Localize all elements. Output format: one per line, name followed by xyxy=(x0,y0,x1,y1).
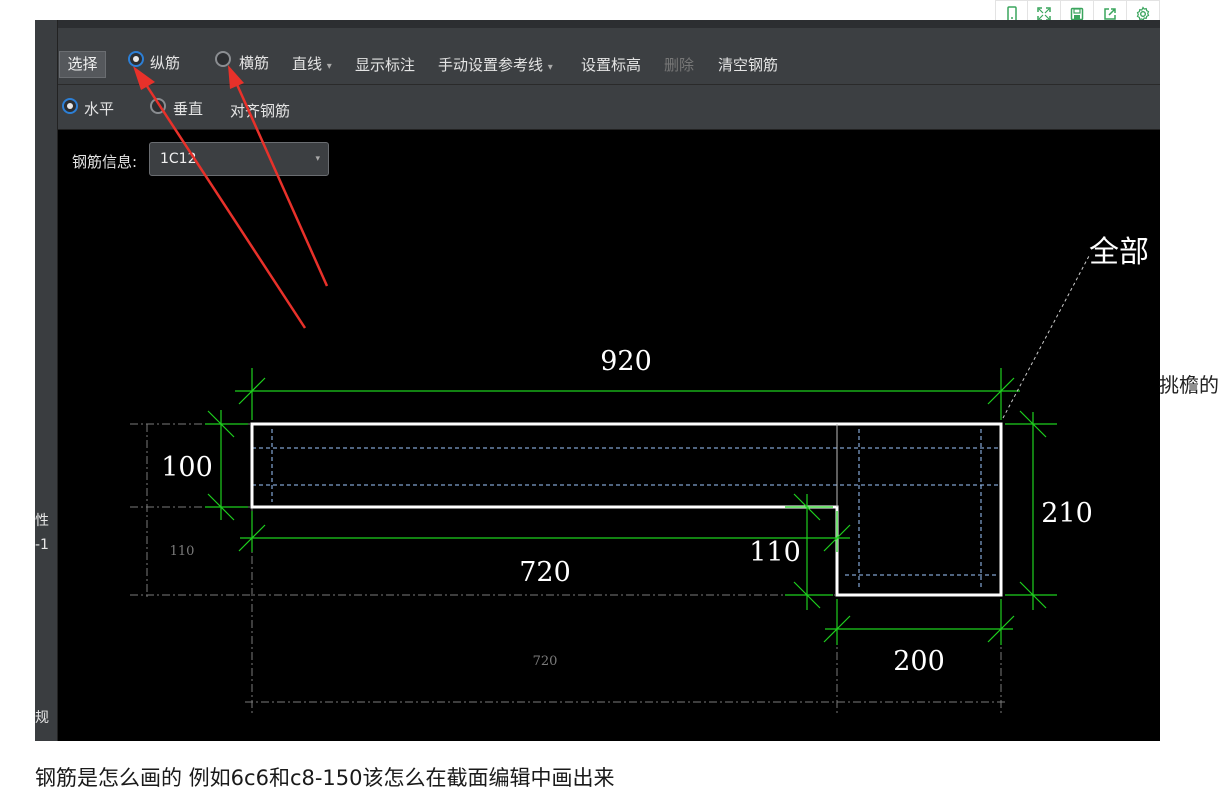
dim-720: 720 xyxy=(519,557,571,588)
annotation-leader xyxy=(1002,255,1090,419)
question-text: 钢筋是怎么画的 例如6c6和c8-150该怎么在截面编辑中画出来 xyxy=(35,766,615,790)
side-note: 挑檐的 xyxy=(1159,373,1219,397)
dimension-labels: 920 100 210 720 110 200 xyxy=(161,346,1093,677)
arrow-head-icon xyxy=(133,66,155,90)
arrow-line xyxy=(233,79,329,287)
dim-210: 210 xyxy=(1041,498,1093,529)
dim-200: 200 xyxy=(893,646,945,677)
section-drawing[interactable]: 110 720 920 100 210 720 110 200 全部 xyxy=(35,20,1160,741)
dim-110: 110 xyxy=(749,537,801,568)
ref-dim-110: 110 xyxy=(170,544,195,559)
section-outline xyxy=(250,422,1003,597)
app-screenshot: 性 -1 规 选择 纵筋 横筋 直线 ▾ 显示标注 手动设置参考线 ▾ 设置标高… xyxy=(35,20,1160,741)
ref-dim-720: 720 xyxy=(533,654,558,669)
rebar-lines xyxy=(252,429,1001,590)
annotation-text: 全部 xyxy=(1089,235,1149,270)
arrow-line xyxy=(141,79,307,329)
arrow-head-icon xyxy=(228,65,244,89)
page: 性 -1 规 选择 纵筋 横筋 直线 ▾ 显示标注 手动设置参考线 ▾ 设置标高… xyxy=(0,0,1227,801)
dim-100: 100 xyxy=(161,452,213,483)
dim-920: 920 xyxy=(600,346,652,377)
red-arrows xyxy=(133,65,329,329)
